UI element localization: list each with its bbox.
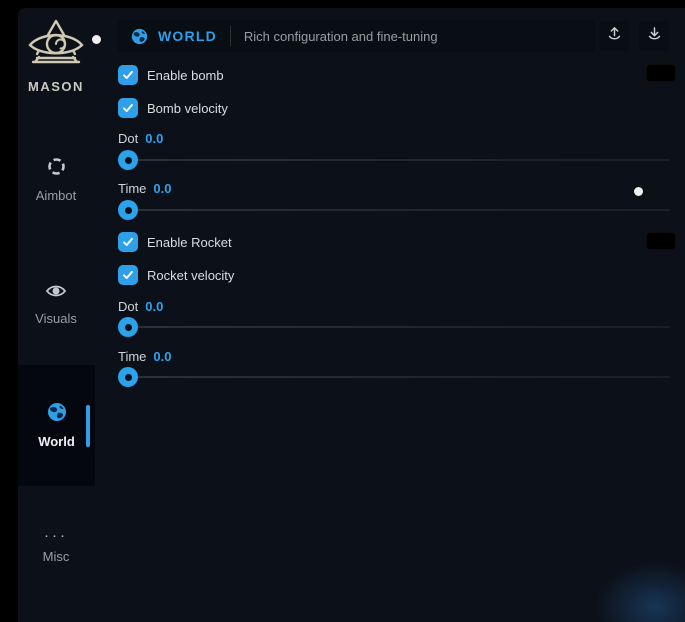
sidebar-item-misc[interactable]: ··· Misc [18,530,94,564]
cursor-dot [634,187,643,196]
checkbox-label: Rocket velocity [147,268,234,283]
rocket-dot-slider-handle[interactable] [118,317,138,337]
slider-label-row: Dot 0.0 [118,299,163,314]
page-title: WORLD [158,28,217,44]
ellipsis-icon: ··· [44,530,68,542]
header-divider [230,26,231,46]
rocket-time-slider-handle[interactable] [118,367,138,387]
brand-name: MASON [18,79,94,94]
slider-name: Dot [118,299,138,314]
crosshair-icon [47,157,66,181]
checkbox-enable-bomb[interactable] [118,65,138,85]
slider-label-row: Time 0.0 [118,181,171,196]
time-slider-handle[interactable] [118,200,138,220]
menu-window: MASON Aimbot Visuals World [0,0,685,622]
time-slider-track[interactable] [118,209,670,211]
mason-pyramid-eye-icon [18,18,94,74]
selected-indicator-bar [86,405,90,447]
sidebar-item-visuals[interactable]: Visuals [18,283,94,326]
slider-value: 0.0 [145,131,163,146]
checkbox-row: Enable bomb [118,65,224,85]
checkbox-enable-rocket[interactable] [118,232,138,252]
slider-value: 0.0 [153,349,171,364]
globe-icon [131,28,148,45]
checkbox-rocket-velocity[interactable] [118,265,138,285]
rocket-color-swatch[interactable] [646,232,676,250]
sidebar-item-label: Aimbot [36,188,76,203]
bomb-color-swatch[interactable] [646,64,676,82]
sidebar-item-label: Misc [43,549,70,564]
sidebar-item-label: World [38,434,75,449]
page-subtitle: Rich configuration and fine-tuning [244,29,438,44]
download-icon [646,25,663,47]
checkbox-row: Enable Rocket [118,232,232,252]
page-header: WORLD Rich configuration and fine-tuning [118,20,595,52]
slider-label-row: Dot 0.0 [118,131,163,146]
slider-label-row: Time 0.0 [118,349,171,364]
slider-value: 0.0 [145,299,163,314]
cursor-dot [92,35,101,44]
rocket-dot-slider-track[interactable] [118,326,670,328]
checkbox-label: Enable Rocket [147,235,232,250]
slider-name: Time [118,181,146,196]
checkbox-label: Enable bomb [147,68,224,83]
eye-icon [45,283,67,304]
slider-value: 0.0 [153,181,171,196]
slider-name: Dot [118,131,138,146]
dot-slider-track[interactable] [118,159,670,161]
dot-slider-handle[interactable] [118,150,138,170]
download-config-button[interactable] [639,21,669,51]
globe-icon [47,402,67,427]
checkbox-bomb-velocity[interactable] [118,98,138,118]
brand-logo: MASON [18,18,94,94]
checkbox-label: Bomb velocity [147,101,228,116]
sidebar-item-aimbot[interactable]: Aimbot [18,157,94,203]
slider-name: Time [118,349,146,364]
corner-glow [595,562,685,622]
rocket-time-slider-track[interactable] [118,376,670,378]
checkbox-row: Rocket velocity [118,265,234,285]
upload-config-button[interactable] [599,21,629,51]
upload-icon [606,25,623,47]
checkbox-row: Bomb velocity [118,98,228,118]
sidebar-item-label: Visuals [35,311,77,326]
sidebar-item-world[interactable]: World [18,365,95,486]
